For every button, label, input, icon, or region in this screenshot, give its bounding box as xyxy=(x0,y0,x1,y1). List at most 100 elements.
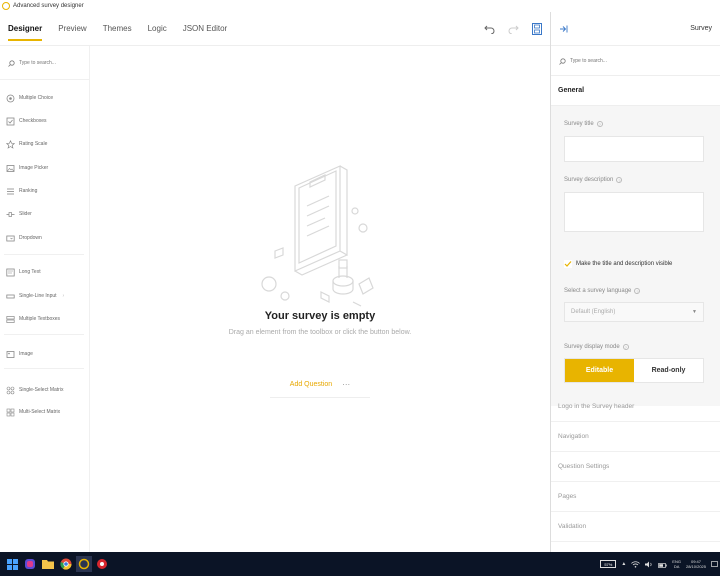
help-icon[interactable]: ? xyxy=(596,121,603,127)
redo-icon[interactable] xyxy=(506,22,520,36)
survey-description-label: Survey description ? xyxy=(564,177,623,183)
tab-logic[interactable]: Logic xyxy=(140,12,175,46)
battery-indicator[interactable]: 57% xyxy=(600,560,617,568)
toolbox-item-rating-scale[interactable]: Rating Scale xyxy=(6,137,86,151)
toolbox-item-slider[interactable]: Slider xyxy=(6,207,86,221)
more-options-icon[interactable]: ··· xyxy=(342,380,350,389)
checkbox-icon xyxy=(6,117,15,126)
slider-icon xyxy=(6,210,15,219)
general-section-header[interactable]: General xyxy=(551,76,720,106)
search-icon xyxy=(8,54,15,72)
tab-preview[interactable]: Preview xyxy=(50,12,94,46)
tab-json-editor[interactable]: JSON Editor xyxy=(175,12,235,46)
language-select[interactable]: Default (English) ▼ xyxy=(564,302,704,322)
toolbox-item-image[interactable]: Image xyxy=(6,347,86,361)
property-panel: Survey General Survey title ? Survey des… xyxy=(550,12,720,552)
designer-tabs: Designer Preview Themes Logic JSON Edito… xyxy=(0,12,550,46)
add-question-button[interactable]: Add Question xyxy=(290,381,332,388)
toolbox-item-label: Slider xyxy=(19,211,32,217)
notifications-icon[interactable] xyxy=(711,555,718,573)
empty-survey-subtitle: Drag an element from the toolbox or clic… xyxy=(228,329,412,336)
help-icon[interactable]: ? xyxy=(634,288,641,294)
radio-icon xyxy=(6,94,15,103)
tab-designer[interactable]: Designer xyxy=(0,12,50,46)
os-taskbar: 57% ▲ ENG DA 09:47 28/10/2025 xyxy=(0,552,720,576)
toolbox-search-input[interactable] xyxy=(19,59,89,66)
toolbox-item-label: Multiple Textboxes xyxy=(19,316,61,322)
toolbox-item-checkboxes[interactable]: Checkboxes xyxy=(6,114,86,128)
toolbox-item-single-line-input[interactable]: Single-Line Input › xyxy=(6,289,86,303)
battery-icon[interactable] xyxy=(658,555,667,573)
toolbox-item-single-select-matrix[interactable]: Single-Select Matrix xyxy=(6,383,86,397)
volume-icon[interactable] xyxy=(645,555,653,573)
collapse-panel-icon[interactable] xyxy=(559,20,568,38)
panel-search-input[interactable] xyxy=(570,57,690,64)
language-select-value: Default (English) xyxy=(571,309,616,315)
clock-date: 28/10/2025 xyxy=(685,564,706,569)
toolbox-item-long-text[interactable]: Long Text xyxy=(6,265,86,279)
toolbox-divider xyxy=(4,334,84,335)
chevron-right-icon[interactable]: › xyxy=(63,293,65,299)
image-picker-icon xyxy=(6,164,15,173)
section-question-settings[interactable]: Question Settings xyxy=(551,452,720,482)
top-toolbar xyxy=(482,12,544,46)
help-icon[interactable]: ? xyxy=(622,344,629,350)
toolbox-item-multiple-choice[interactable]: Multiple Choice xyxy=(6,91,86,105)
toolbox: Multiple Choice Checkboxes Rating Scale … xyxy=(0,46,90,552)
toolbox-divider xyxy=(4,254,84,255)
undo-icon[interactable] xyxy=(482,22,496,36)
toolbox-item-label: Single-Select Matrix xyxy=(19,387,64,393)
section-pages[interactable]: Pages xyxy=(551,482,720,512)
display-mode-toggle: Editable Read-only xyxy=(564,358,704,383)
toolbox-item-image-picker[interactable]: Image Picker xyxy=(6,161,86,175)
add-question-bar: Add Question ··· xyxy=(270,372,370,398)
file-explorer-icon[interactable] xyxy=(40,556,56,572)
windows-start-icon[interactable] xyxy=(4,556,20,572)
toolbox-item-ranking[interactable]: Ranking xyxy=(6,184,86,198)
visible-checkbox-row[interactable]: Make the title and description visible xyxy=(564,260,672,268)
checkmark-icon xyxy=(564,261,572,267)
chevron-up-icon[interactable]: ▲ xyxy=(621,561,626,567)
media-app-icon[interactable] xyxy=(94,556,110,572)
survey-title-input[interactable] xyxy=(564,136,704,162)
search-icon xyxy=(559,52,566,70)
star-icon xyxy=(6,139,15,149)
toolbox-item-label: Long Text xyxy=(19,269,41,275)
toolbox-item-multiple-textboxes[interactable]: Multiple Textboxes xyxy=(6,312,86,326)
help-icon[interactable]: ? xyxy=(616,177,623,183)
tab-themes[interactable]: Themes xyxy=(95,12,140,46)
survey-designer-app-icon[interactable] xyxy=(76,556,92,572)
visible-checkbox[interactable] xyxy=(564,260,572,268)
toolbox-item-label: Single-Line Input xyxy=(19,293,57,299)
toolbox-item-label: Image Picker xyxy=(19,165,49,171)
dropdown-icon xyxy=(6,234,15,243)
display-mode-label: Survey display mode ? xyxy=(564,344,629,350)
app-logo-icon xyxy=(2,2,10,10)
clock[interactable]: 09:47 28/10/2025 xyxy=(686,559,706,569)
toolbox-item-multi-select-matrix[interactable]: Multi-Select Matrix xyxy=(6,405,86,419)
design-canvas[interactable]: Your survey is empty Drag an element fro… xyxy=(90,46,550,552)
section-navigation[interactable]: Navigation xyxy=(551,422,720,452)
toolbox-search xyxy=(0,46,89,80)
toolbox-item-dropdown[interactable]: Dropdown xyxy=(6,231,86,245)
toolbox-item-label: Multi-Select Matrix xyxy=(19,409,61,415)
office-app-icon[interactable] xyxy=(22,556,38,572)
toolbox-item-label: Dropdown xyxy=(19,235,42,241)
survey-description-input[interactable] xyxy=(564,192,704,232)
display-mode-label-text: Survey display mode xyxy=(564,344,620,350)
multi-matrix-icon xyxy=(6,408,15,417)
single-matrix-icon xyxy=(6,386,15,395)
wifi-icon[interactable] xyxy=(631,555,641,573)
section-validation[interactable]: Validation xyxy=(551,512,720,542)
toolbox-item-label: Multiple Choice xyxy=(19,95,54,101)
mode-readonly-button[interactable]: Read-only xyxy=(634,359,703,382)
mode-editable-button[interactable]: Editable xyxy=(565,359,634,382)
input-language[interactable]: ENG DA xyxy=(672,559,681,569)
toolbox-divider xyxy=(4,368,84,369)
save-icon[interactable] xyxy=(530,22,544,36)
chevron-down-icon: ▼ xyxy=(692,309,697,315)
section-logo-header[interactable]: Logo in the Survey header xyxy=(551,392,720,422)
chrome-icon[interactable] xyxy=(58,556,74,572)
empty-survey-illustration xyxy=(261,165,374,307)
window-title: Advanced survey designer xyxy=(13,3,84,9)
